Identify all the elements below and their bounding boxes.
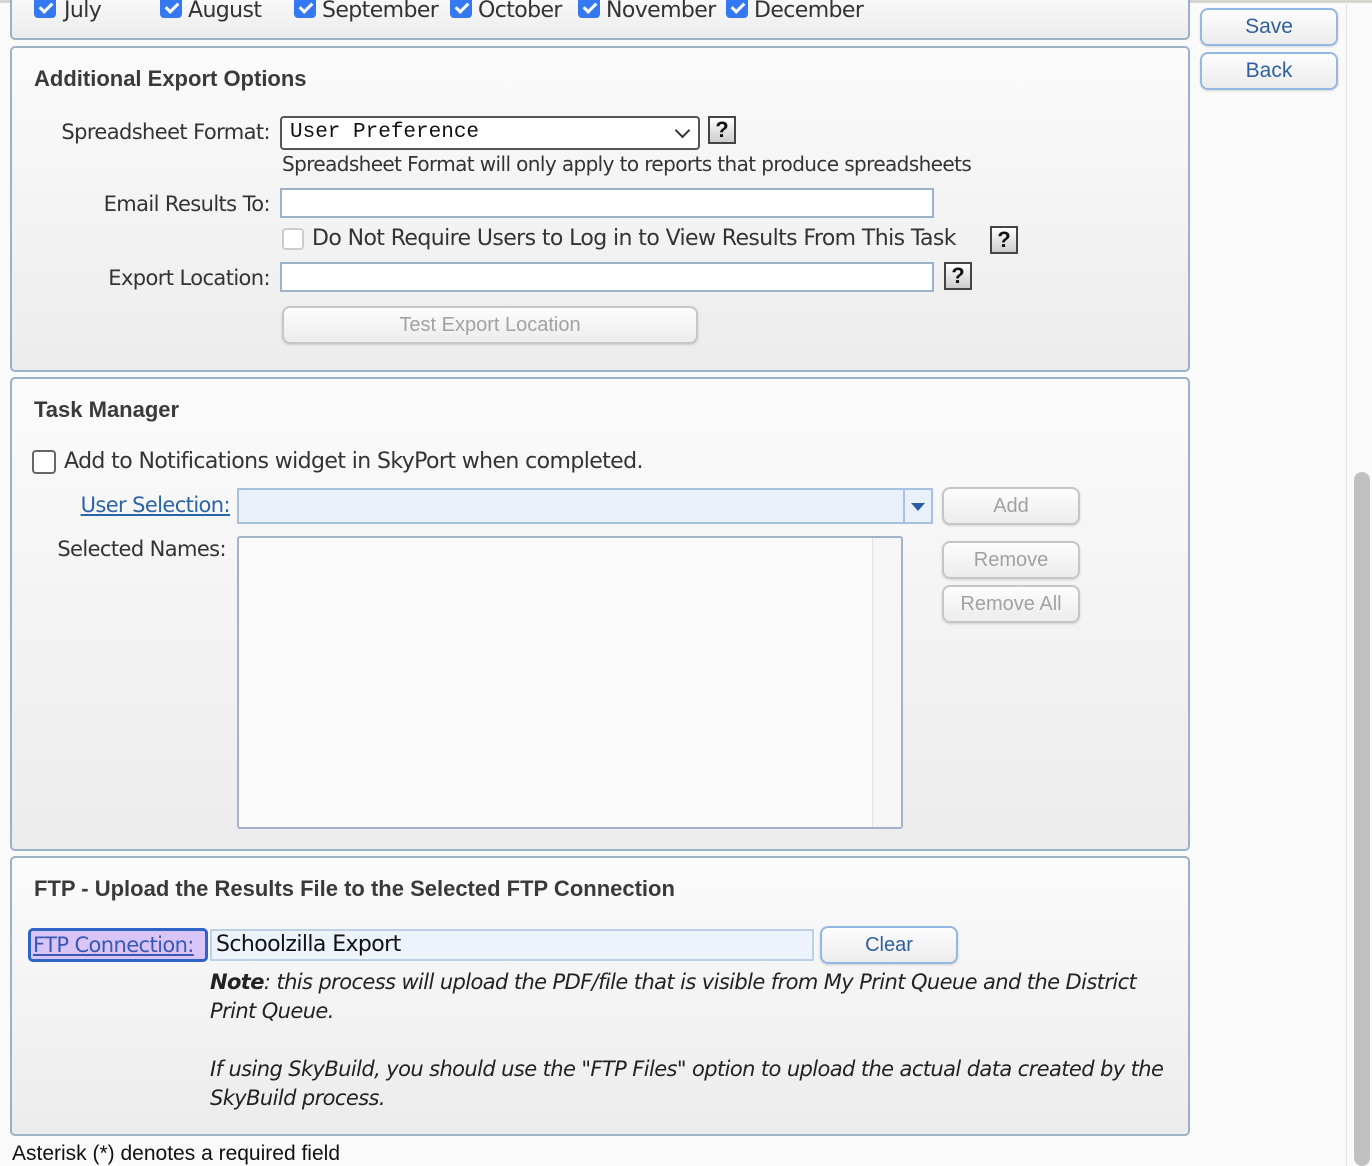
help-icon[interactable]: ?	[944, 262, 972, 290]
no-login-label: Do Not Require Users to Log in to View R…	[312, 226, 957, 251]
spreadsheet-format-label: Spreadsheet Format:	[61, 120, 270, 144]
help-icon[interactable]: ?	[708, 116, 736, 144]
ftp-connection-field[interactable]: Schoolzilla Export	[210, 929, 814, 961]
add-button[interactable]: Add	[942, 487, 1080, 525]
spreadsheet-format-hint: Spreadsheet Format will only apply to re…	[282, 152, 972, 176]
skybuild-note: If using SkyBuild, you should use the "F…	[210, 1057, 1164, 1110]
export-options-panel: Additional Export Options Spreadsheet Fo…	[10, 46, 1190, 372]
ftp-connection-label: FTP Connection:	[33, 933, 194, 957]
test-export-location-button[interactable]: Test Export Location	[282, 306, 698, 344]
back-button[interactable]: Back	[1200, 52, 1338, 90]
month-label: August	[188, 0, 262, 23]
month-checkbox-november[interactable]	[578, 0, 600, 18]
chevron-down-icon	[674, 122, 691, 139]
export-location-field[interactable]	[280, 262, 934, 292]
month-label: November	[606, 0, 716, 23]
listbox-scrollbar[interactable]	[872, 538, 901, 827]
months-panel: July August September October November D…	[10, 0, 1190, 40]
panel-title: Task Manager	[34, 397, 180, 422]
month-label: September	[322, 0, 439, 23]
caret-down-icon	[911, 503, 925, 511]
selected-names-label: Selected Names:	[57, 537, 226, 561]
no-login-checkbox[interactable]	[282, 228, 304, 250]
ftp-connection-link[interactable]: FTP Connection:	[28, 928, 208, 962]
remove-button[interactable]: Remove	[942, 541, 1080, 579]
export-location-label: Export Location:	[108, 266, 270, 290]
selected-names-listbox[interactable]	[237, 536, 903, 829]
spreadsheet-format-value: User Preference	[290, 121, 480, 144]
notify-label: Add to Notifications widget in SkyPort w…	[64, 449, 643, 474]
month-label: July	[64, 0, 102, 23]
help-icon[interactable]: ?	[990, 226, 1018, 254]
month-checkbox-july[interactable]	[34, 0, 56, 18]
month-label: December	[754, 0, 864, 23]
save-button[interactable]: Save	[1200, 8, 1338, 46]
remove-all-button[interactable]: Remove All	[942, 585, 1080, 623]
page-scrollbar-thumb[interactable]	[1354, 472, 1370, 1166]
notify-checkbox[interactable]	[32, 450, 56, 474]
note-bold: Note	[210, 970, 264, 994]
required-field-note: Asterisk (*) denotes a required field	[12, 1142, 340, 1165]
ftp-connection-value: Schoolzilla Export	[216, 932, 401, 957]
user-selection-combobox[interactable]	[237, 488, 933, 524]
spreadsheet-format-select[interactable]: User Preference	[280, 116, 700, 150]
month-checkbox-september[interactable]	[294, 0, 316, 18]
ftp-note: Note: this process will upload the PDF/f…	[210, 968, 1180, 1026]
note-text: : this process will upload the PDF/file …	[210, 970, 1137, 1023]
email-field[interactable]	[280, 188, 934, 218]
panel-title: FTP - Upload the Results File to the Sel…	[34, 876, 675, 901]
email-label: Email Results To:	[103, 192, 271, 216]
dropdown-button[interactable]	[903, 490, 931, 522]
panel-title: Additional Export Options	[34, 66, 307, 91]
month-checkbox-october[interactable]	[450, 0, 472, 18]
month-checkbox-december[interactable]	[726, 0, 748, 18]
user-selection-link[interactable]: User Selection:	[12, 493, 231, 517]
ftp-panel: FTP - Upload the Results File to the Sel…	[10, 856, 1190, 1136]
task-manager-panel: Task Manager Add to Notifications widget…	[10, 377, 1190, 851]
page-scrollbar-track	[1346, 0, 1347, 1166]
month-checkbox-august[interactable]	[160, 0, 182, 18]
month-label: October	[478, 0, 562, 23]
clear-button[interactable]: Clear	[820, 926, 958, 964]
